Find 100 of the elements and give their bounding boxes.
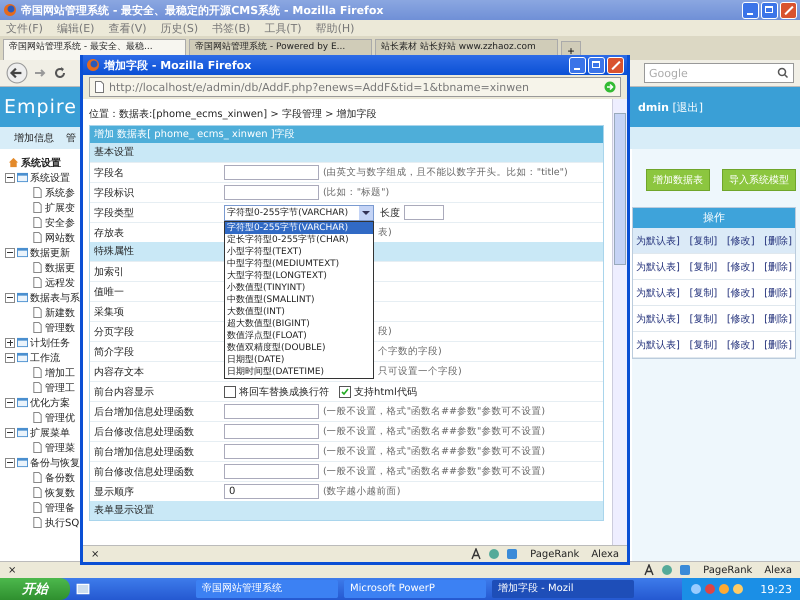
tree-item[interactable]: 扩展菜单 bbox=[30, 426, 70, 440]
menu-item[interactable]: 工具(T) bbox=[264, 20, 302, 36]
tree-item[interactable]: 系统设置 bbox=[30, 170, 70, 184]
table-link[interactable]: [删除] bbox=[764, 260, 792, 274]
tree-item[interactable]: 管理数 bbox=[45, 320, 75, 334]
table-link[interactable]: [复制] bbox=[689, 286, 718, 300]
menu-item[interactable]: 书签(B) bbox=[212, 20, 250, 36]
tree-item[interactable]: 工作流 bbox=[30, 350, 60, 364]
taskbar-button[interactable]: 帝国网站管理系统 bbox=[196, 580, 338, 598]
tree-item[interactable]: 安全参 bbox=[45, 216, 75, 230]
menu-item[interactable]: 文件(F) bbox=[6, 20, 43, 36]
menu-item[interactable]: 查看(V) bbox=[108, 20, 147, 36]
reload-icon[interactable] bbox=[52, 65, 68, 81]
dropdown-option[interactable]: 字符型0-255字节(VARCHAR) bbox=[225, 222, 373, 234]
dropdown-option[interactable]: 数值浮点型(FLOAT) bbox=[225, 330, 373, 342]
search-icon[interactable] bbox=[777, 67, 789, 79]
tree-item[interactable]: 执行SQ bbox=[45, 516, 80, 530]
menu-item[interactable]: 编辑(E) bbox=[56, 20, 94, 36]
expander-icon[interactable] bbox=[5, 172, 15, 182]
table-link[interactable]: 为默认表] bbox=[636, 312, 680, 326]
table-link[interactable]: 为默认表] bbox=[636, 286, 680, 300]
dropdown-option[interactable]: 大数值型(INT) bbox=[225, 306, 373, 318]
table-link[interactable]: [修改] bbox=[726, 338, 755, 352]
input-field[interactable] bbox=[224, 404, 319, 419]
tree-item[interactable]: 网站数 bbox=[45, 230, 75, 244]
table-link[interactable]: [复制] bbox=[689, 338, 718, 352]
table-link[interactable]: [修改] bbox=[726, 260, 755, 274]
tree-item[interactable]: 数据更新 bbox=[30, 246, 70, 260]
expander-icon[interactable] bbox=[5, 248, 15, 258]
nav-link[interactable]: 管 bbox=[66, 131, 76, 145]
tree-item[interactable]: 计划任务 bbox=[30, 336, 70, 350]
input-field[interactable] bbox=[224, 464, 319, 479]
taskbar-button[interactable]: Microsoft PowerP bbox=[344, 580, 486, 598]
table-link[interactable]: [复制] bbox=[689, 234, 718, 248]
input-field[interactable]: 0 bbox=[224, 484, 319, 499]
tree-item[interactable]: 扩展变 bbox=[45, 200, 75, 214]
input-field[interactable] bbox=[224, 444, 319, 459]
table-link[interactable]: 为默认表] bbox=[636, 234, 680, 248]
tree-item[interactable]: 管理优 bbox=[45, 410, 75, 424]
nav-link[interactable]: 增加信息 bbox=[14, 131, 54, 145]
close-status-button[interactable]: × bbox=[91, 548, 100, 560]
expander-icon[interactable] bbox=[5, 292, 15, 302]
table-link[interactable]: [删除] bbox=[764, 286, 792, 300]
table-link[interactable]: [删除] bbox=[764, 312, 792, 326]
expander-icon[interactable] bbox=[5, 428, 15, 438]
table-link[interactable]: [删除] bbox=[764, 338, 792, 352]
tree-item[interactable]: 新建数 bbox=[45, 306, 75, 320]
expander-icon[interactable] bbox=[5, 338, 15, 348]
close-button[interactable] bbox=[607, 56, 624, 74]
tree-item[interactable]: 备份与恢复 bbox=[30, 456, 80, 470]
tree-item[interactable]: 恢复数 bbox=[45, 486, 75, 500]
input-field[interactable] bbox=[404, 205, 444, 220]
maximize-button[interactable] bbox=[588, 56, 605, 74]
tree-item[interactable]: 远程发 bbox=[45, 276, 75, 290]
table-link[interactable]: 为默认表] bbox=[636, 260, 680, 274]
tree-item[interactable]: 备份数 bbox=[45, 470, 75, 484]
tree-item[interactable]: 管理备 bbox=[45, 500, 75, 514]
desktop-icon[interactable] bbox=[76, 582, 90, 596]
taskbar-button[interactable]: 增加字段 - Mozil bbox=[492, 580, 634, 598]
expander-icon[interactable] bbox=[5, 352, 15, 362]
scrollbar[interactable] bbox=[612, 99, 627, 545]
menu-item[interactable]: 历史(S) bbox=[160, 20, 198, 36]
input-field[interactable] bbox=[224, 424, 319, 439]
dropdown-option[interactable]: 中数值型(SMALLINT) bbox=[225, 294, 373, 306]
expander-icon[interactable] bbox=[5, 458, 15, 468]
input-field[interactable] bbox=[224, 165, 319, 180]
checkbox[interactable] bbox=[224, 386, 236, 398]
tree-item[interactable]: 优化方案 bbox=[30, 396, 70, 410]
dropdown-option[interactable]: 日期时间型(DATETIME) bbox=[225, 366, 373, 378]
tree-item[interactable]: 增加工 bbox=[45, 366, 75, 380]
table-link[interactable]: [复制] bbox=[689, 260, 718, 274]
checkbox[interactable] bbox=[339, 386, 351, 398]
dropdown-option[interactable]: 小数值型(TINYINT) bbox=[225, 282, 373, 294]
tree-item[interactable]: 数据表与系 bbox=[30, 290, 80, 304]
dropdown-option[interactable]: 小型字符型(TEXT) bbox=[225, 246, 373, 258]
dropdown-option[interactable]: 数值双精度型(DOUBLE) bbox=[225, 342, 373, 354]
window-icon bbox=[17, 457, 28, 468]
table-link[interactable]: [修改] bbox=[726, 234, 755, 248]
menu-item[interactable]: 帮助(H) bbox=[316, 20, 354, 36]
tree-item[interactable]: 系统参 bbox=[45, 186, 75, 200]
close-status-button[interactable]: × bbox=[8, 564, 16, 576]
tree-item[interactable]: 管理菜 bbox=[45, 440, 75, 454]
table-link[interactable]: [删除] bbox=[764, 234, 792, 248]
tree-item[interactable]: 管理工 bbox=[45, 380, 75, 394]
input-field[interactable] bbox=[224, 185, 319, 200]
tree-item[interactable]: 数据更 bbox=[45, 260, 75, 274]
table-link[interactable]: [修改] bbox=[726, 286, 755, 300]
table-link[interactable]: 为默认表] bbox=[636, 338, 680, 352]
minimize-button[interactable] bbox=[569, 56, 586, 74]
status-item: PageRank bbox=[529, 548, 580, 560]
dropdown-option[interactable]: 超大数值型(BIGINT) bbox=[225, 318, 373, 330]
dropdown-option[interactable]: 大型字符型(LONGTEXT) bbox=[225, 270, 373, 282]
tree-root[interactable]: 系统设置 bbox=[21, 156, 61, 170]
go-icon[interactable] bbox=[604, 81, 616, 93]
table-link[interactable]: [修改] bbox=[726, 312, 755, 326]
back-icon[interactable] bbox=[6, 62, 28, 84]
expander-icon[interactable] bbox=[5, 398, 15, 408]
dropdown-option[interactable]: 日期型(DATE) bbox=[225, 354, 373, 366]
address-field[interactable]: http://localhost/e/admin/db/AddF.php?enews=AddF&tid=1&tbname=xinwen bbox=[89, 77, 621, 97]
table-link[interactable]: [复制] bbox=[689, 312, 718, 326]
